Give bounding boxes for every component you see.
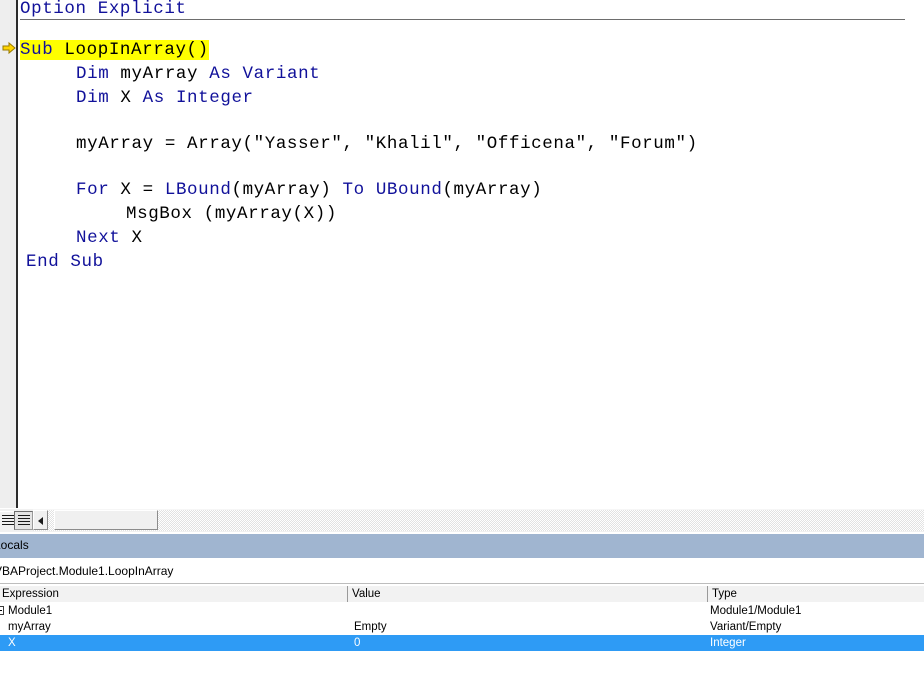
code-line: End Sub	[26, 250, 104, 274]
code-text: X	[131, 228, 143, 248]
code-keyword: Next	[76, 228, 132, 248]
locals-cell-value	[354, 603, 708, 619]
code-line: myArray = Array("Yasser", "Khalil", "Off…	[76, 132, 698, 156]
full-module-view-icon[interactable]	[14, 511, 33, 530]
code-keyword: Option Explicit	[20, 0, 187, 19]
locals-cell-expression: myArray	[0, 619, 348, 635]
locals-expression-label: myArray	[8, 621, 51, 633]
code-text: (myArray)	[442, 180, 543, 200]
locals-cell-expression: X	[0, 635, 348, 651]
code-line: MsgBox (myArray(X))	[126, 202, 337, 226]
code-keyword: For	[76, 180, 121, 200]
code-line: Sub LoopInArray()	[20, 38, 209, 62]
locals-title-bar[interactable]: Locals	[0, 534, 924, 558]
locals-expression-label: X	[8, 637, 16, 649]
code-text: X	[120, 88, 143, 108]
code-keyword: As Integer	[142, 88, 254, 108]
locals-cell-expression: Module1	[0, 603, 348, 619]
code-horizontal-scrollbar[interactable]	[33, 509, 924, 531]
code-text: myArray	[120, 64, 210, 84]
column-header-value[interactable]: Value	[348, 586, 708, 602]
locals-cell-value: Empty	[354, 621, 387, 633]
expand-node-icon[interactable]	[0, 606, 4, 615]
locals-table-row[interactable]: myArray Empty Variant/Empty	[0, 619, 924, 635]
locals-column-header-row: Expression Value Type	[0, 585, 924, 602]
code-line: Dim myArray As Variant	[76, 62, 320, 86]
code-text: LoopInArray()	[64, 40, 209, 60]
code-keyword: Dim	[76, 88, 121, 108]
code-keyword: LBound	[164, 180, 232, 200]
column-header-type[interactable]: Type	[708, 586, 924, 602]
locals-table-row[interactable]: X 0 Integer	[0, 635, 924, 651]
left-arrow-glyph	[38, 517, 43, 525]
column-header-expression[interactable]: Expression	[0, 586, 348, 602]
locals-context-path: VBAProject.Module1.LoopInArray	[0, 564, 174, 578]
code-line: Option Explicit	[20, 0, 187, 21]
locals-cell-type: Variant/Empty	[710, 621, 782, 633]
locals-window: Locals VBAProject.Module1.LoopInArray Ex…	[0, 534, 924, 690]
code-line: Dim X As Integer	[76, 86, 254, 110]
code-line: Next X	[76, 226, 143, 250]
code-keyword: To	[342, 180, 376, 200]
code-keyword: UBound	[375, 180, 443, 200]
locals-window-title: Locals	[0, 538, 29, 552]
code-text: X =	[120, 180, 165, 200]
code-keyword: Dim	[76, 64, 121, 84]
code-text: myArray = Array("Yasser", "Khalil", "Off…	[76, 134, 698, 154]
code-text-area[interactable]: Option Explicit Sub LoopInArray() Dim myAr…	[20, 0, 924, 508]
locals-cell-value: 0	[354, 637, 361, 649]
procedure-view-glyph	[2, 515, 14, 527]
locals-cell-type: Integer	[710, 637, 746, 649]
execution-pointer-arrow-icon	[2, 41, 16, 55]
code-editor-pane[interactable]: Option Explicit Sub LoopInArray() Dim myAr…	[0, 0, 924, 508]
locals-expression-label: Module1	[8, 605, 53, 617]
code-text: (myArray)	[231, 180, 343, 200]
locals-context-bar: VBAProject.Module1.LoopInArray	[0, 559, 924, 584]
horizontal-scrollbar-thumb[interactable]	[54, 510, 158, 530]
code-keyword: End Sub	[26, 252, 104, 272]
locals-cell-type: Module1/Module1	[710, 605, 802, 617]
code-text: MsgBox (myArray(X))	[126, 204, 337, 224]
code-keyword: Sub	[20, 40, 65, 60]
full-module-view-glyph	[18, 515, 30, 527]
code-margin-indicator-bar[interactable]	[0, 0, 18, 508]
scroll-left-arrow-icon[interactable]	[33, 510, 48, 530]
code-line: For X = LBound(myArray) To UBound(myArra…	[76, 178, 542, 202]
vba-editor-window: Option Explicit Sub LoopInArray() Dim myAr…	[0, 0, 924, 690]
locals-table-row[interactable]: Module1 Module1/Module1	[0, 603, 924, 619]
code-keyword: As Variant	[209, 64, 321, 84]
